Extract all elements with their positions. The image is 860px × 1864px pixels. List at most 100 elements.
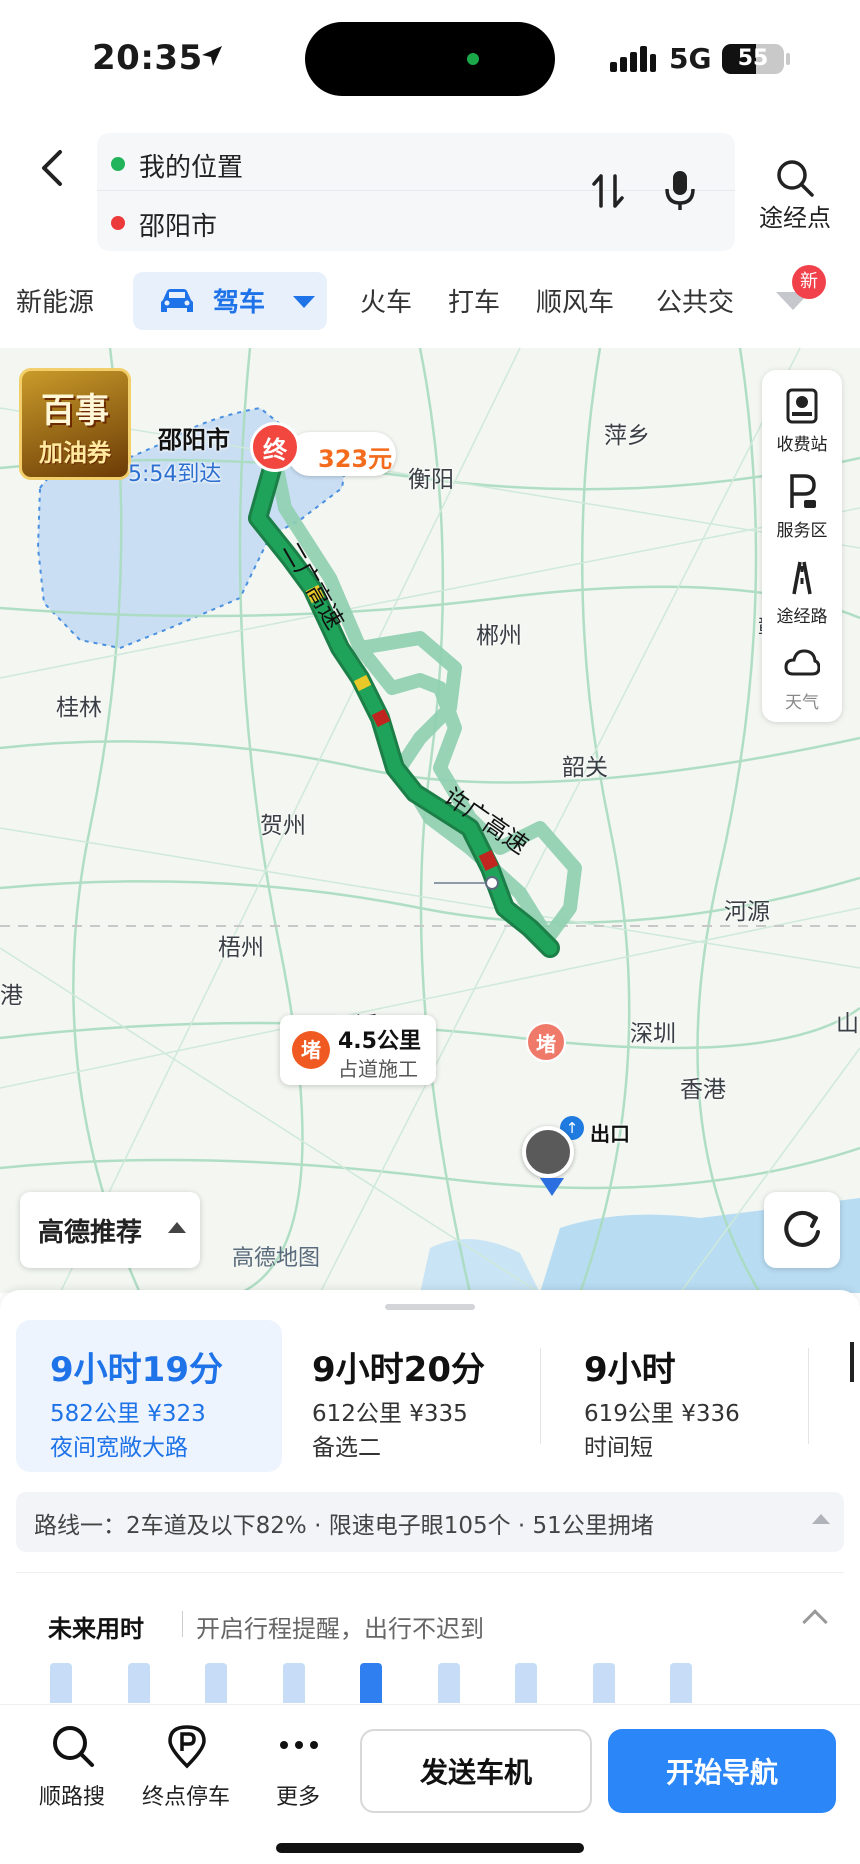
future-time-bar[interactable]: [437, 1663, 460, 1703]
tool-label: 服务区: [776, 521, 828, 541]
tab-drive-label: 驾车: [213, 288, 266, 318]
toll-station-icon: [786, 388, 818, 424]
action-label: 顺路搜: [38, 1785, 105, 1810]
city-label: 港: [0, 983, 23, 1009]
send-to-car-button[interactable]: 发送车机: [360, 1729, 592, 1813]
tab-drive[interactable]: 驾车: [133, 272, 327, 330]
dynamic-island: [305, 22, 555, 96]
waypoint-road-button[interactable]: 途经路: [762, 550, 842, 636]
start-navigation-button[interactable]: 开始导航: [608, 1729, 836, 1813]
route-option-2[interactable]: 9小时20分 612公里 ¥335 备选二: [282, 1320, 540, 1472]
future-time-bar[interactable]: [282, 1663, 305, 1703]
more-dots-icon: [280, 1741, 318, 1749]
exit-label: 出口: [590, 1122, 630, 1146]
route-option-peek[interactable]: [850, 1342, 860, 1382]
route-details-bar[interactable]: 路线一：2车道及以下82% · 限速电子眼105个 · 51公里拥堵: [16, 1492, 844, 1552]
caret-up-icon: [168, 1222, 186, 1233]
route-details-text: 路线一：2车道及以下82% · 限速电子眼105个 · 51公里拥堵: [34, 1513, 654, 1539]
route-option-3[interactable]: 9小时 619公里 ¥336 时间短: [556, 1320, 796, 1472]
congestion-icon: 堵: [292, 1031, 330, 1069]
city-label: 梧州: [218, 935, 264, 961]
caret-up-icon: [812, 1514, 830, 1524]
toll-station-button[interactable]: 收费站: [762, 378, 842, 464]
future-time-bar[interactable]: [50, 1663, 72, 1703]
tool-label: 天气: [785, 693, 819, 713]
route-divider: [808, 1348, 809, 1444]
status-time: 20:35: [92, 38, 203, 78]
microphone-icon: [665, 171, 695, 210]
sheet-handle[interactable]: [385, 1304, 475, 1310]
heading-arrow-icon: [540, 1178, 564, 1196]
tool-label: 收费站: [776, 435, 828, 455]
search-along-route-button[interactable]: 顺路搜: [22, 1723, 122, 1823]
back-button[interactable]: [26, 140, 82, 196]
service-area-icon: [790, 474, 816, 508]
swap-arrows-icon: [592, 174, 624, 208]
origin-text: 我的位置: [139, 153, 244, 183]
signal-icon: [610, 46, 656, 76]
city-label: 衡阳: [408, 467, 454, 493]
battery-icon: 55: [722, 44, 784, 74]
city-label: 香港: [680, 1077, 726, 1103]
toll-amount: 323元: [318, 445, 393, 473]
battery-nub: [786, 53, 790, 65]
end-pin-icon[interactable]: 终: [250, 422, 300, 472]
tab-taxi[interactable]: 打车: [448, 282, 500, 319]
tab-new-energy[interactable]: 新能源: [16, 282, 94, 319]
city-label: 桂林: [56, 695, 102, 721]
search-icon: [53, 1726, 94, 1767]
weather-button[interactable]: 天气: [762, 636, 842, 722]
congestion-marker-icon[interactable]: 堵: [526, 1022, 566, 1062]
add-waypoint-button[interactable]: 途经点: [750, 150, 840, 240]
tab-train[interactable]: 火车: [360, 282, 412, 319]
route-input-box: 我的位置 邵阳市: [97, 133, 735, 251]
origin-field[interactable]: 我的位置: [97, 133, 735, 191]
future-time-bar[interactable]: [670, 1663, 692, 1703]
congestion-card[interactable]: 堵 4.5公里 占道施工: [280, 1015, 436, 1085]
transport-mode-tabs: 新能源 驾车 火车 打车 顺风车 公共交: [0, 272, 860, 330]
ad-line1: 百事: [41, 391, 109, 431]
future-time-bar[interactable]: [360, 1663, 382, 1703]
route-distance-toll: 612公里 ¥335: [312, 1401, 468, 1427]
bottom-actions: 顺路搜 终点停车 更多 发送车机 开始导航: [0, 1704, 860, 1864]
destination-field[interactable]: 邵阳市: [97, 192, 735, 250]
voice-button[interactable]: [655, 165, 705, 215]
tool-label: 途经路: [776, 607, 828, 627]
camera-indicator-icon: [467, 53, 479, 65]
city-label: 郴州: [476, 623, 522, 649]
route-tag: 夜间宽敞大路: [50, 1435, 188, 1461]
action-label: 更多: [275, 1785, 320, 1810]
destination-dot-icon: [111, 216, 125, 230]
future-time-section[interactable]: 未来用时 开启行程提醒，出行不迟到: [16, 1572, 844, 1703]
chevron-up-icon[interactable]: [802, 1609, 828, 1635]
route-tag: 时间短: [584, 1435, 653, 1461]
route-option-1[interactable]: 9小时19分 582公里 ¥323 夜间宽敞大路: [16, 1320, 282, 1472]
future-time-bar[interactable]: [127, 1663, 150, 1703]
home-indicator: [276, 1843, 584, 1853]
route-distance-toll: 619公里 ¥336: [584, 1401, 740, 1427]
route-duration: 9小时19分: [50, 1350, 223, 1390]
city-label: 深圳: [630, 1021, 676, 1047]
route-map[interactable]: 二广高速 许广高速 萍乡 衡阳 郴州 桂林 韶关 贺州 赣州 河源 梧州 云浮 …: [0, 348, 860, 1293]
future-time-bar[interactable]: [205, 1663, 227, 1703]
future-time-title: 未来用时: [48, 1615, 144, 1643]
route-tag: 备选二: [312, 1435, 381, 1461]
route-preference-button[interactable]: 高德推荐: [20, 1192, 200, 1268]
tab-public-transit[interactable]: 公共交: [656, 282, 756, 319]
refresh-button[interactable]: [764, 1192, 840, 1268]
future-time-bar[interactable]: [515, 1663, 537, 1703]
current-location-avatar: [522, 1126, 574, 1178]
swap-button[interactable]: [583, 166, 633, 216]
route-preference-label: 高德推荐: [38, 1218, 143, 1248]
service-area-button[interactable]: 服务区: [762, 464, 842, 550]
more-button[interactable]: 更多: [248, 1723, 348, 1823]
future-time-bar[interactable]: [592, 1663, 615, 1703]
destination-parking-button[interactable]: 终点停车: [136, 1723, 236, 1823]
tab-carpool[interactable]: 顺风车: [536, 282, 614, 319]
arrival-time: 5:54到达: [128, 462, 222, 487]
city-label: 贺州: [260, 813, 306, 839]
fuel-coupon-ad[interactable]: 百事 加油券: [19, 368, 131, 480]
future-time-desc: 开启行程提醒，出行不迟到: [196, 1615, 484, 1643]
battery-level: 55: [737, 46, 769, 71]
congestion-reason: 占道施工: [338, 1057, 418, 1081]
